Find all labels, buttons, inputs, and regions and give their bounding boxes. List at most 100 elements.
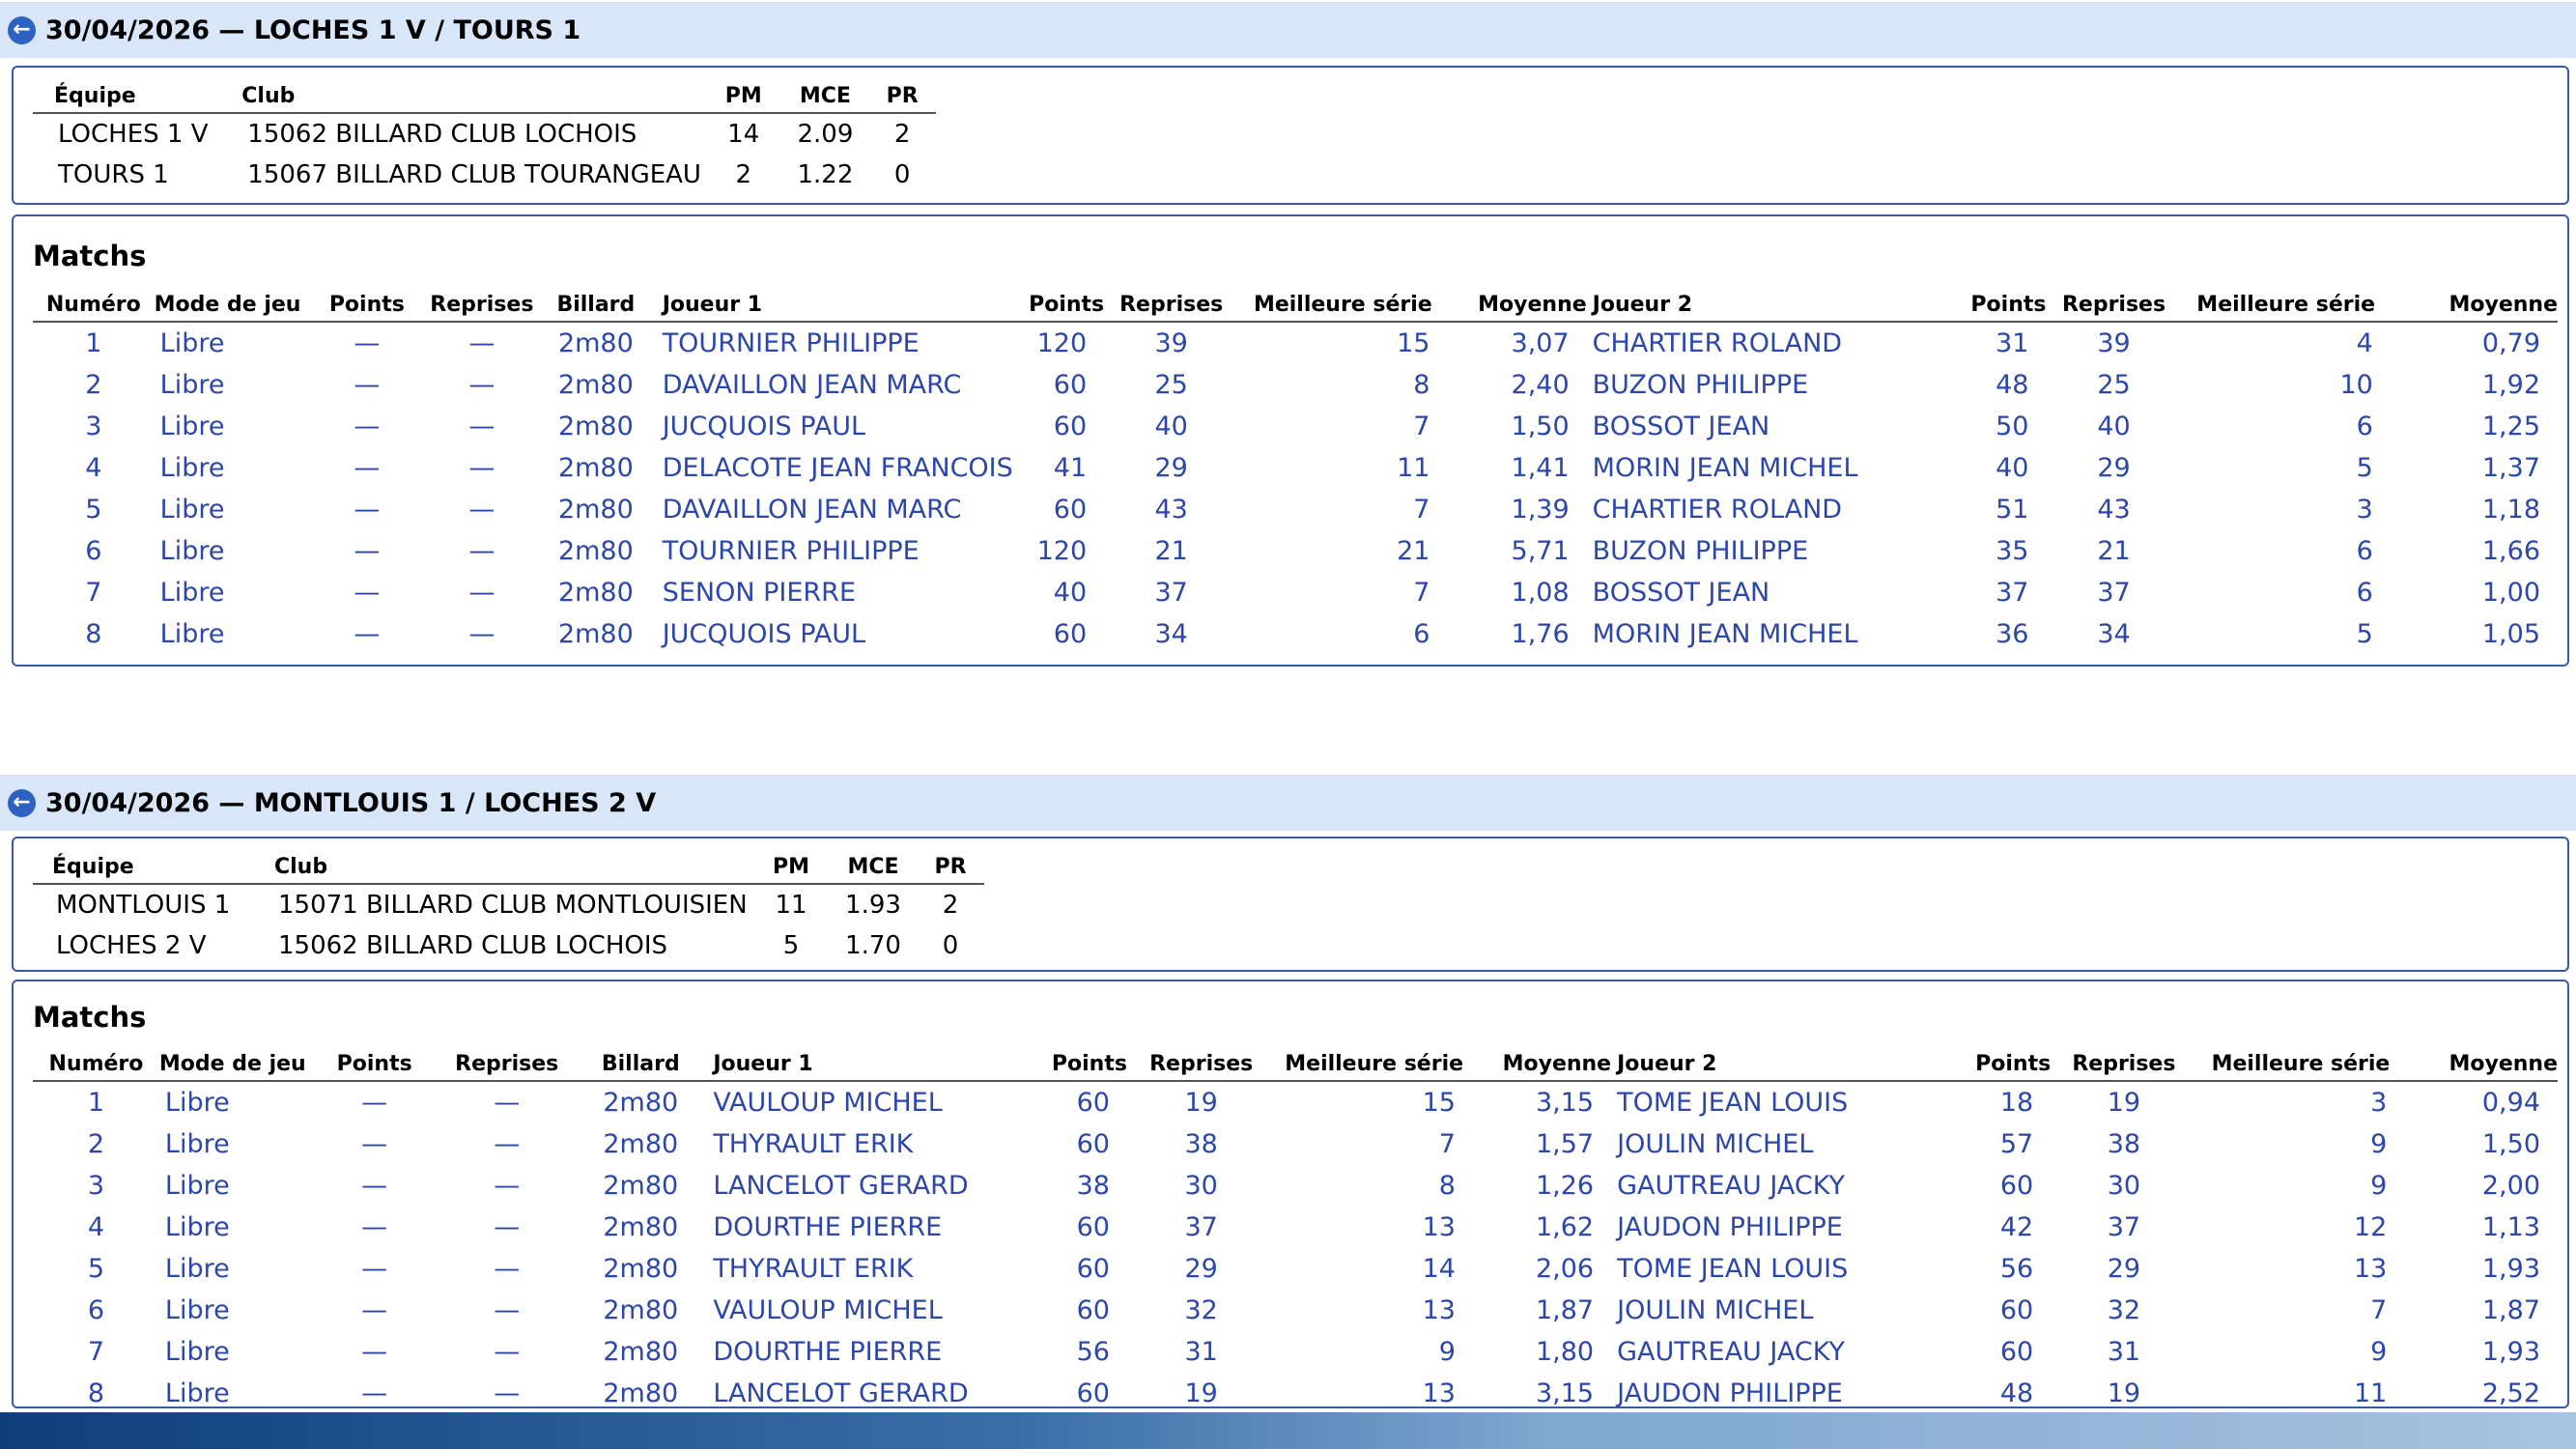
- cell-j1-reprises: 29: [1184, 1254, 1218, 1284]
- team-pm: 5: [782, 931, 800, 960]
- cell-mode: Libre: [164, 1171, 230, 1201]
- cell-j1-points: 38: [1076, 1171, 1110, 1201]
- cell-joueur2: JOULIN MICHEL: [1617, 1129, 1814, 1159]
- cell-j2-meilleure-serie: 12: [2354, 1212, 2388, 1242]
- table-row[interactable]: 6 Libre — — 2m80 TOURNIER PHILIPPE 120 21 21 5,71…: [33, 530, 2558, 572]
- cell-numero: 8: [87, 1378, 105, 1408]
- cell-j2-moyenne: 1,50: [2481, 1129, 2540, 1159]
- cell-j1-meilleure-serie: 14: [1422, 1254, 1456, 1284]
- matches-table: Numéro Mode de jeu Points Reprises Billard Jo…: [33, 1047, 2558, 1414]
- footer-bar: [0, 1412, 2576, 1449]
- cell-j2-reprises: 39: [2097, 328, 2131, 358]
- table-row[interactable]: 2 Libre — — 2m80 DAVAILLON JEAN MARC 60 25 8 2,40…: [33, 364, 2558, 406]
- cell-j1-moyenne: 1,62: [1535, 1212, 1595, 1242]
- cell-joueur1: THYRAULT ERIK: [713, 1129, 914, 1159]
- table-row[interactable]: 1 Libre — — 2m80 VAULOUP MICHEL 60 19 15 3,15 TOME…: [33, 1081, 2558, 1123]
- cell-j2-meilleure-serie: 6: [2356, 412, 2373, 441]
- matchs-panel: Matchs Numéro Mode de jeu Points Reprises Bi…: [12, 980, 2569, 1408]
- col-j2-meilleure-serie: Meilleure série: [2196, 1047, 2405, 1082]
- team-mce: 1.93: [845, 891, 901, 920]
- cell-j1-reprises: 39: [1154, 328, 1188, 358]
- cell-numero: 6: [87, 1295, 105, 1325]
- cell-j1-meilleure-serie: 9: [1438, 1337, 1456, 1367]
- cell-reprises: —: [494, 1212, 521, 1242]
- col-joueur2: Joueur 2: [1611, 1047, 1952, 1082]
- team-row: TOURS 1 15067 BILLARD CLUB TOURANGEAU 2 …: [33, 155, 936, 195]
- cell-j1-reprises: 38: [1184, 1129, 1218, 1159]
- cell-j1-points: 120: [1036, 328, 1088, 358]
- table-row[interactable]: 7 Libre — — 2m80 SENON PIERRE 40 37 7 1,08 BOSSOT …: [33, 572, 2558, 613]
- cell-reprises: —: [494, 1378, 521, 1408]
- cell-j2-moyenne: 1,87: [2481, 1295, 2540, 1325]
- cell-billard: 2m80: [557, 495, 634, 525]
- cell-j1-points: 60: [1076, 1378, 1110, 1408]
- col-j2-meilleure-serie: Meilleure série: [2181, 288, 2391, 323]
- cell-j2-points: 42: [1999, 1212, 2034, 1242]
- cell-reprises: —: [468, 495, 495, 525]
- col-j1-reprises: Reprises: [1104, 288, 1239, 323]
- table-row[interactable]: 1 Libre — — 2m80 TOURNIER PHILIPPE 120 39 15 3,07…: [33, 322, 2558, 364]
- cell-j1-moyenne: 1,39: [1511, 495, 1570, 525]
- cell-j2-meilleure-serie: 11: [2354, 1378, 2388, 1408]
- cell-numero: 7: [87, 1337, 105, 1367]
- cell-j2-points: 36: [1996, 619, 2029, 649]
- table-row[interactable]: 5 Libre — — 2m80 DAVAILLON JEAN MARC 60 43 7 1,39…: [33, 489, 2558, 530]
- cell-numero: 3: [85, 412, 102, 441]
- cell-joueur2: BOSSOT JEAN: [1592, 578, 1770, 608]
- cell-j2-meilleure-serie: 6: [2356, 578, 2373, 608]
- table-row[interactable]: 3 Libre — — 2m80 LANCELOT GERARD 38 30 8 1,26 GAUT…: [33, 1165, 2558, 1207]
- cell-j1-reprises: 30: [1184, 1171, 1218, 1201]
- col-pm: PM: [752, 850, 830, 885]
- section-header: ← 30/04/2026 — LOCHES 1 V / TOURS 1: [0, 2, 2576, 58]
- cell-j2-reprises: 37: [2097, 578, 2131, 608]
- cell-j2-meilleure-serie: 3: [2370, 1088, 2388, 1118]
- cell-mode: Libre: [164, 1254, 230, 1284]
- cell-numero: 6: [85, 536, 102, 566]
- table-row[interactable]: 2 Libre — — 2m80 THYRAULT ERIK 60 38 7 1,57 JOULIN…: [33, 1123, 2558, 1165]
- cell-j1-points: 60: [1053, 495, 1088, 525]
- team-club: 15071 BILLARD CLUB MONTLOUISIEN: [278, 891, 748, 920]
- cell-j1-points: 56: [1076, 1337, 1110, 1367]
- cell-j1-meilleure-serie: 7: [1413, 578, 1430, 608]
- cell-points: —: [361, 1212, 388, 1242]
- cell-mode: Libre: [159, 619, 225, 649]
- cell-j2-points: 56: [1999, 1254, 2034, 1284]
- cell-points: —: [354, 370, 381, 400]
- cell-j1-moyenne: 3,15: [1535, 1088, 1595, 1118]
- table-row[interactable]: 3 Libre — — 2m80 JUCQUOIS PAUL 60 40 7 1,50 BOSSOT…: [33, 406, 2558, 447]
- cell-numero: 3: [87, 1171, 105, 1201]
- cell-billard: 2m80: [603, 1171, 679, 1201]
- cell-j2-reprises: 43: [2097, 495, 2131, 525]
- back-arrow-icon[interactable]: ←: [8, 15, 36, 44]
- team-pr: 0: [942, 931, 959, 960]
- table-row[interactable]: 4 Libre — — 2m80 DOURTHE PIERRE 60 37 13 1,62 JAUD…: [33, 1207, 2558, 1248]
- team-pr: 2: [942, 891, 959, 920]
- cell-joueur2: MORIN JEAN MICHEL: [1592, 453, 1858, 483]
- cell-j2-points: 40: [1996, 453, 2029, 483]
- table-row[interactable]: 6 Libre — — 2m80 VAULOUP MICHEL 60 32 13 1,87 JOUL…: [33, 1290, 2558, 1331]
- table-row[interactable]: 8 Libre — — 2m80 LANCELOT GERARD 60 19 13 3,15 JAU…: [33, 1373, 2558, 1414]
- col-club: Club: [274, 850, 752, 885]
- cell-billard: 2m80: [557, 370, 634, 400]
- cell-j2-points: 18: [1999, 1088, 2034, 1118]
- table-row[interactable]: 7 Libre — — 2m80 DOURTHE PIERRE 56 31 9 1,80 GAUTR…: [33, 1331, 2558, 1373]
- cell-j1-reprises: 29: [1154, 453, 1188, 483]
- back-arrow-icon[interactable]: ←: [8, 788, 36, 817]
- cell-j1-meilleure-serie: 7: [1438, 1129, 1456, 1159]
- matchs-panel: Matchs Numéro Mode de jeu Points Reprises Bi…: [12, 214, 2569, 667]
- cell-j2-moyenne: 2,00: [2481, 1171, 2540, 1201]
- cell-joueur2: JAUDON PHILIPPE: [1617, 1212, 1843, 1242]
- col-j1-meilleure-serie: Meilleure série: [1275, 1047, 1473, 1082]
- table-row[interactable]: 4 Libre — — 2m80 DELACOTE JEAN FRANCOIS 41 29 11…: [33, 447, 2558, 489]
- cell-joueur2: BOSSOT JEAN: [1592, 412, 1770, 441]
- section-title: 30/04/2026 — LOCHES 1 V / TOURS 1: [45, 14, 581, 45]
- cell-mode: Libre: [159, 536, 225, 566]
- team-pr: 2: [893, 120, 911, 149]
- cell-mode: Libre: [159, 370, 225, 400]
- table-row[interactable]: 8 Libre — — 2m80 JUCQUOIS PAUL 60 34 6 1,76 MORIN …: [33, 613, 2558, 655]
- cell-j2-points: 48: [1996, 370, 2029, 400]
- cell-numero: 2: [85, 370, 102, 400]
- cell-j2-points: 60: [1999, 1171, 2034, 1201]
- table-row[interactable]: 5 Libre — — 2m80 THYRAULT ERIK 60 29 14 2,06 TOME …: [33, 1248, 2558, 1290]
- cell-joueur1: LANCELOT GERARD: [713, 1378, 969, 1408]
